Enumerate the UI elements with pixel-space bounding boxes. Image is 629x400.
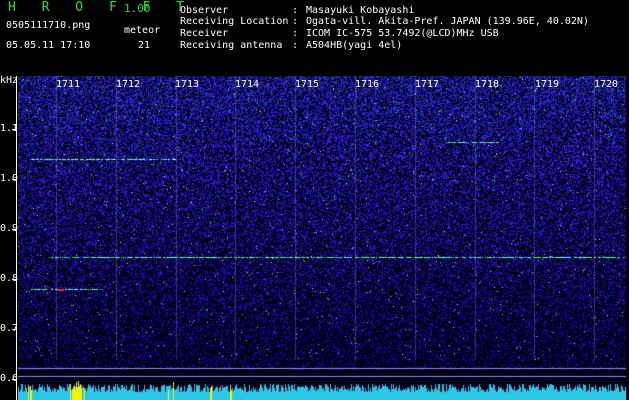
minute-label: 1714 bbox=[235, 79, 260, 90]
frequency-tick bbox=[12, 329, 17, 330]
info-separator: : bbox=[292, 16, 299, 27]
info-value-receiver: ICOM IC-575 53.7492(@LCD)MHz USB bbox=[306, 28, 499, 39]
minute-label: 1717 bbox=[415, 79, 440, 90]
spectrogram-canvas bbox=[18, 76, 626, 400]
info-separator: : bbox=[292, 40, 299, 51]
app-title: H R O F F T bbox=[8, 0, 194, 15]
info-value-location: Ogata-vill. Akita-Pref. JAPAN (139.96E, … bbox=[306, 16, 589, 27]
app-version: 1.00 bbox=[124, 2, 151, 15]
info-label-observer: Observer bbox=[180, 5, 229, 16]
minute-label: 1715 bbox=[295, 79, 320, 90]
frequency-tick bbox=[12, 129, 17, 130]
info-label-location: Receiving Location bbox=[180, 16, 289, 27]
meteor-label: meteor bbox=[124, 25, 161, 36]
minute-label: 1712 bbox=[116, 79, 141, 90]
frequency-tick bbox=[12, 379, 17, 380]
info-separator: : bbox=[292, 5, 299, 16]
meteor-count: 21 bbox=[138, 40, 151, 51]
minute-label: 1716 bbox=[355, 79, 380, 90]
info-label-antenna: Receiving antenna bbox=[180, 40, 283, 51]
file-name: 0505111710.png bbox=[6, 20, 91, 31]
timestamp: 05.05.11 17:10 bbox=[6, 40, 91, 51]
info-separator: : bbox=[292, 28, 299, 39]
minute-label: 1718 bbox=[475, 79, 500, 90]
minute-label: 1713 bbox=[175, 79, 200, 90]
minute-label: 1719 bbox=[535, 79, 560, 90]
spectrogram-panel bbox=[18, 76, 626, 400]
info-label-receiver: Receiver bbox=[180, 28, 229, 39]
frequency-tick bbox=[12, 279, 17, 280]
info-value-observer: Masayuki Kobayashi bbox=[306, 5, 415, 16]
minute-label: 1720 bbox=[594, 79, 619, 90]
info-value-antenna: A504HB(yagi 4el) bbox=[306, 40, 403, 51]
frequency-tick bbox=[12, 179, 17, 180]
minute-label: 1711 bbox=[56, 79, 81, 90]
frequency-tick bbox=[12, 229, 17, 230]
